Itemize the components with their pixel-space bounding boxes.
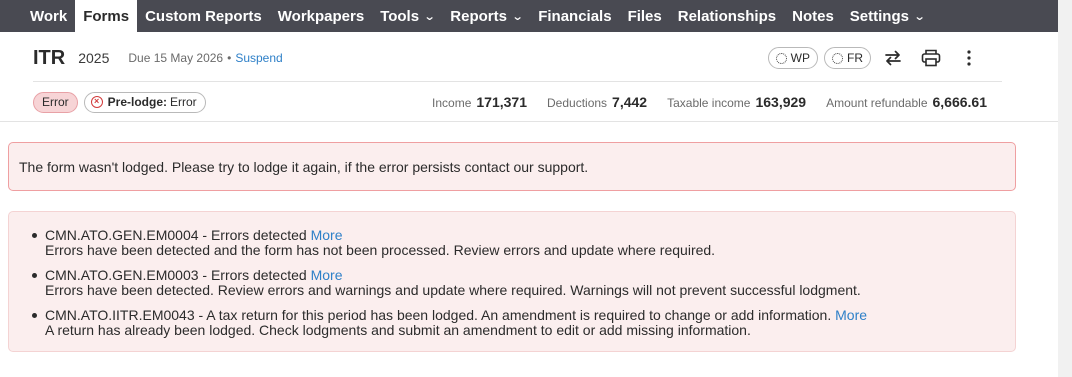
nav-label: Financials [538,7,612,25]
error-detail: Errors have been detected. Review errors… [45,282,861,298]
chevron-down-icon: ⌄ [423,10,436,23]
nav-item-work[interactable]: Work [22,0,75,32]
nav-label: Work [30,7,68,25]
chevron-down-icon: ⌄ [511,10,524,23]
status-row: Error × Pre-lodge: Error Income 171,371 … [33,91,1003,113]
form-header: ITR 2025 Due 15 May 2026 • Suspend WP FR [33,45,1003,71]
vertical-scrollbar[interactable] [1058,0,1072,377]
error-code-title: CMN.ATO.GEN.EM0003 - Errors detected [45,267,307,283]
more-link[interactable]: More [311,267,343,283]
error-list: CMN.ATO.GEN.EM0004 - Errors detected Mor… [8,211,1016,352]
bullet-icon [32,273,37,278]
nav-item-settings[interactable]: Settings ⌄ [842,0,932,32]
metric-label: Deductions [547,96,608,110]
prelodge-badge[interactable]: × Pre-lodge: Error [83,91,206,113]
nav-item-workpapers[interactable]: Workpapers [270,0,372,32]
more-link[interactable]: More [835,307,867,323]
nav-item-financials[interactable]: Financials [530,0,619,32]
metric-amount-refundable: Amount refundable 6,666.61 [826,94,987,110]
nav-label: Custom Reports [145,7,262,25]
swap-arrows-icon [885,50,901,66]
dotted-circle-icon [775,52,787,64]
error-circle-icon: × [90,96,103,108]
nav-label: Files [627,7,662,25]
error-code-title: CMN.ATO.IITR.EM0043 - A tax return for t… [45,307,832,323]
alert-message: The form wasn't lodged. Please try to lo… [19,158,589,175]
form-title: ITR [33,46,66,69]
metric-taxable-income: Taxable income 163,929 [667,94,806,110]
error-detail: Errors have been detected and the form h… [45,242,716,258]
divider [33,81,1002,82]
suspend-link[interactable]: Suspend [235,51,282,65]
list-item: CMN.ATO.IITR.EM0043 - A tax return for t… [29,305,1015,338]
form-year: 2025 [78,50,110,66]
nav-item-notes[interactable]: Notes [784,0,842,32]
header-actions: WP FR [767,45,985,71]
top-nav: Work Forms Custom Reports Workpapers Too… [0,0,1058,32]
more-options-button[interactable] [953,45,985,71]
metric-label: Amount refundable [826,96,928,110]
metric-deductions: Deductions 7,442 [547,94,647,110]
separator-dot: • [227,51,232,65]
due-date: Due 15 May 2026 [128,51,224,65]
wp-button[interactable]: WP [767,47,818,69]
nav-label: Relationships [677,7,777,25]
lodge-error-alert: The form wasn't lodged. Please try to lo… [8,142,1016,191]
prelodge-label: Pre-lodge: [107,95,168,109]
nav-label: Workpapers [277,7,365,25]
wp-label: WP [790,51,810,65]
nav-label: Reports [450,7,507,25]
section-divider [0,121,1058,122]
list-item: CMN.ATO.GEN.EM0004 - Errors detected Mor… [29,225,1015,258]
printer-icon [921,49,941,67]
metric-income: Income 171,371 [432,94,527,110]
nav-label: Forms [83,7,130,25]
nav-label: Notes [792,7,834,25]
chevron-down-icon: ⌄ [913,10,926,23]
nav-item-tools[interactable]: Tools ⌄ [372,0,442,32]
swap-button[interactable] [877,45,909,71]
prelodge-value: Error [170,95,197,109]
nav-label: Tools [380,7,420,25]
error-code-title: CMN.ATO.GEN.EM0004 - Errors detected [45,227,307,243]
nav-item-relationships[interactable]: Relationships [670,0,784,32]
metric-value: 7,442 [612,94,648,110]
metric-label: Taxable income [667,96,751,110]
metric-value: 163,929 [755,94,807,110]
nav-label: Settings [849,7,909,25]
nav-item-reports[interactable]: Reports ⌄ [442,0,530,32]
nav-item-custom-reports[interactable]: Custom Reports [137,0,270,32]
kebab-menu-icon [967,50,971,66]
more-link[interactable]: More [311,227,343,243]
metric-label: Income [432,96,472,110]
summary-metrics: Income 171,371 Deductions 7,442 Taxable … [412,91,987,113]
metric-value: 171,371 [476,94,527,110]
list-item: CMN.ATO.GEN.EM0003 - Errors detected Mor… [29,265,1015,298]
bullet-icon [32,313,37,318]
bullet-icon [32,233,37,238]
print-button[interactable] [915,45,947,71]
metric-value: 6,666.61 [932,94,988,110]
dotted-circle-icon [832,52,843,64]
status-badge: Error [33,91,78,113]
nav-item-files[interactable]: Files [620,0,670,32]
nav-item-forms[interactable]: Forms [75,0,138,32]
error-detail: A return has already been lodged. Check … [45,322,751,338]
fr-label: FR [847,51,863,65]
fr-button[interactable]: FR [824,47,871,69]
